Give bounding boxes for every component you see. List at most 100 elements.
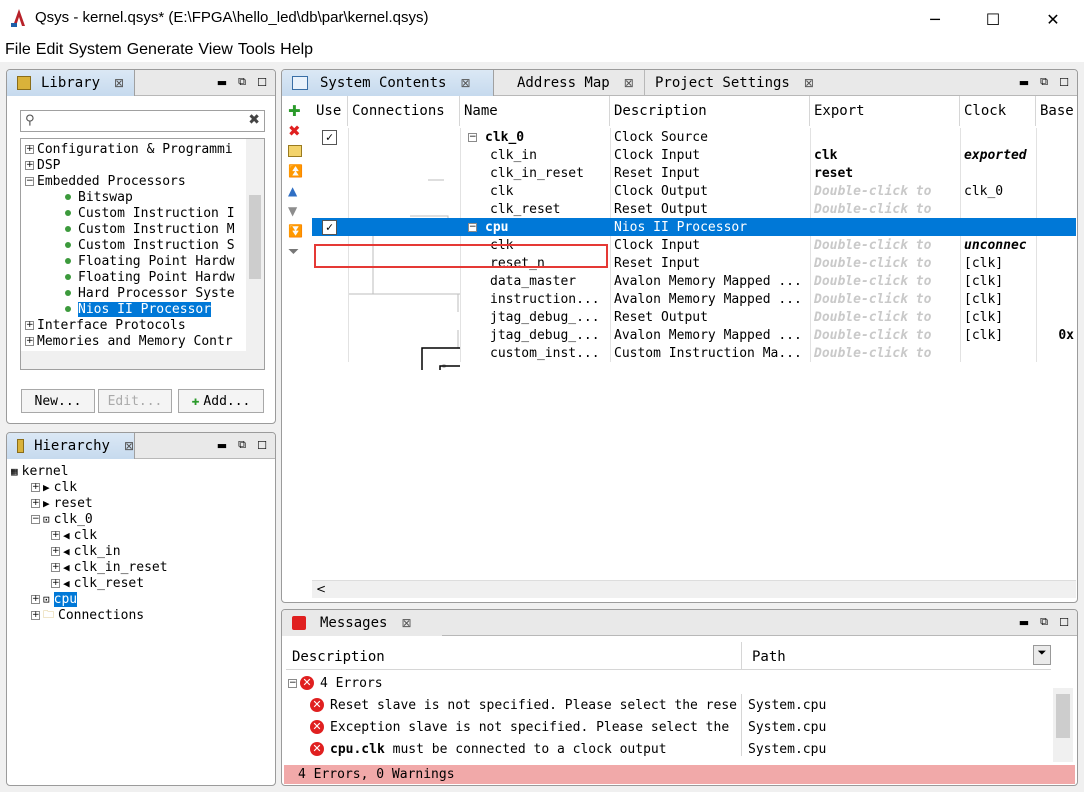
maximize-panel-icon[interactable]: ☐	[255, 438, 269, 452]
library-item[interactable]: + Configuration & Programmi	[25, 141, 233, 157]
use-checkbox[interactable]: ✓	[322, 219, 337, 235]
expand-toggle-icon[interactable]: +	[51, 546, 60, 556]
column-description[interactable]: Description	[292, 649, 385, 665]
table-row[interactable]: jtag_debug_... Reset Output Double-click t…	[312, 308, 1076, 326]
export-cell[interactable]: Double-click to	[814, 236, 958, 254]
expand-toggle-icon[interactable]: +	[25, 144, 34, 154]
new-button[interactable]: New...	[21, 389, 95, 413]
filter-icon[interactable]: ⏷	[288, 244, 306, 264]
move-top-icon[interactable]: ⏫	[288, 164, 306, 184]
remove-component-icon[interactable]: ✖	[288, 122, 306, 142]
message-row[interactable]: ✕ Exception slave is not specified. Pleas…	[286, 716, 1051, 738]
edit-button[interactable]: Edit...	[98, 389, 172, 413]
expand-toggle-icon[interactable]: +	[51, 530, 60, 540]
message-group-row[interactable]: − ✕ 4 Errors	[286, 672, 1051, 694]
messages-vertical-scrollbar[interactable]	[1053, 688, 1073, 762]
expand-toggle-icon[interactable]: +	[31, 482, 40, 492]
column-path[interactable]: Path	[752, 649, 786, 665]
library-item[interactable]: Nios II Processor	[65, 301, 212, 317]
restore-panel-icon[interactable]: ⧉	[1037, 75, 1051, 89]
library-item[interactable]: Custom Instruction I	[65, 205, 235, 221]
hierarchy-item[interactable]: + ⊡ cpu	[31, 591, 78, 607]
hierarchy-item[interactable]: ▦ kernel	[11, 463, 69, 479]
move-bottom-icon[interactable]: ⏬	[288, 224, 306, 244]
menu-edit[interactable]: Edit	[36, 41, 64, 59]
menu-help[interactable]: Help	[280, 41, 313, 59]
export-cell[interactable]: clk	[814, 146, 958, 164]
library-item[interactable]: + Interface Protocols	[25, 317, 186, 333]
table-row[interactable]: custom_inst... Custom Instruction Ma... Do…	[312, 344, 1076, 362]
use-cell[interactable]: ✓	[316, 128, 346, 146]
restore-panel-icon[interactable]: ⧉	[1037, 615, 1051, 629]
library-item[interactable]: Hard Processor Syste	[65, 285, 235, 301]
column-base[interactable]: Base	[1036, 96, 1076, 126]
close-tab-icon[interactable]: ⊠	[624, 76, 634, 90]
export-cell[interactable]: reset	[814, 164, 958, 182]
tab-library[interactable]: Library ⊠	[7, 70, 135, 96]
clock-cell[interactable]: unconnec	[964, 236, 1034, 254]
column-connections[interactable]: Connections	[348, 96, 460, 126]
library-item[interactable]: + DSP	[25, 157, 60, 173]
filter-messages-icon[interactable]: ⏷	[1033, 645, 1051, 665]
horizontal-scrollbar[interactable]: <	[312, 580, 1076, 598]
clear-search-icon[interactable]: ✖	[248, 112, 260, 128]
library-item[interactable]: Custom Instruction S	[65, 237, 235, 253]
expand-toggle-icon[interactable]: +	[31, 610, 40, 620]
table-row[interactable]: clk Clock Output Double-click to clk_0	[312, 182, 1076, 200]
table-row[interactable]: jtag_debug_... Avalon Memory Mapped ... Do…	[312, 326, 1076, 344]
close-button[interactable]: ✕	[1030, 0, 1076, 38]
column-name[interactable]: Name	[460, 96, 610, 126]
export-cell[interactable]: Double-click to	[814, 254, 958, 272]
clock-cell[interactable]: [clk]	[964, 290, 1034, 308]
export-cell[interactable]: Double-click to	[814, 272, 958, 290]
maximize-panel-icon[interactable]: ☐	[255, 75, 269, 89]
table-row[interactable]: clk_in Clock Input clk exported	[312, 146, 1076, 164]
tab-project-settings[interactable]: Project Settings ⊠	[644, 70, 824, 96]
table-row[interactable]: clk_reset Reset Output Double-click to	[312, 200, 1076, 218]
move-up-icon[interactable]: ▲	[288, 184, 306, 204]
hierarchy-item[interactable]: + ▶ reset	[31, 495, 93, 511]
maximize-panel-icon[interactable]: ☐	[1057, 615, 1071, 629]
column-export[interactable]: Export	[810, 96, 960, 126]
close-tab-icon[interactable]: ⊠	[460, 76, 470, 90]
expand-toggle-icon[interactable]: −	[25, 176, 34, 186]
expand-toggle-icon[interactable]: +	[25, 160, 34, 170]
tab-address-map[interactable]: Address Map ⊠	[507, 70, 637, 96]
table-row[interactable]: ✓ − cpu Nios II Processor	[312, 218, 1076, 236]
menu-generate[interactable]: Generate	[127, 41, 194, 59]
expand-toggle-icon[interactable]: +	[51, 562, 60, 572]
menu-system[interactable]: System	[68, 41, 121, 59]
edit-component-icon[interactable]	[288, 142, 306, 164]
library-item[interactable]: − Embedded Processors	[25, 173, 186, 189]
add-button[interactable]: ✚ Add...	[178, 389, 264, 413]
library-item[interactable]: Floating Point Hardw	[65, 253, 235, 269]
clock-cell[interactable]	[964, 128, 1034, 146]
table-row[interactable]: clk_in_reset Reset Input reset	[312, 164, 1076, 182]
hierarchy-item[interactable]: + ▶ clk	[31, 479, 77, 495]
clock-cell[interactable]: [clk]	[964, 254, 1034, 272]
collapse-toggle-icon[interactable]: −	[468, 222, 477, 232]
table-row[interactable]: instruction... Avalon Memory Mapped ... Do…	[312, 290, 1076, 308]
library-item[interactable]: + Memories and Memory Contr	[25, 333, 233, 349]
clock-cell[interactable]: exported	[964, 146, 1034, 164]
export-cell[interactable]	[814, 128, 958, 146]
table-row[interactable]: reset_n Reset Input Double-click to [clk]	[312, 254, 1076, 272]
close-tab-icon[interactable]: ⊠	[401, 616, 411, 630]
library-item[interactable]: Floating Point Hardw	[65, 269, 235, 285]
hierarchy-item[interactable]: − ⊡ clk_0	[31, 511, 93, 527]
minimize-panel-icon[interactable]: ▬	[215, 438, 229, 452]
clock-cell[interactable]	[964, 200, 1034, 218]
export-cell[interactable]: Double-click to	[814, 290, 958, 308]
close-tab-icon[interactable]: ⊠	[124, 439, 134, 453]
clock-cell[interactable]: [clk]	[964, 272, 1034, 290]
minimize-panel-icon[interactable]: ▬	[1017, 75, 1031, 89]
scroll-thumb[interactable]	[249, 195, 261, 279]
use-cell[interactable]: ✓	[316, 218, 346, 236]
column-description[interactable]: Description	[610, 96, 810, 126]
add-component-icon[interactable]: ✚	[288, 102, 306, 122]
library-horizontal-scrollbar[interactable]	[21, 351, 264, 369]
message-row[interactable]: ✕ cpu.clk must be connected to a clock ou…	[286, 738, 1051, 756]
table-row[interactable]: data_master Avalon Memory Mapped ... Doubl…	[312, 272, 1076, 290]
maximize-panel-icon[interactable]: ☐	[1057, 75, 1071, 89]
export-cell[interactable]: Double-click to	[814, 182, 958, 200]
